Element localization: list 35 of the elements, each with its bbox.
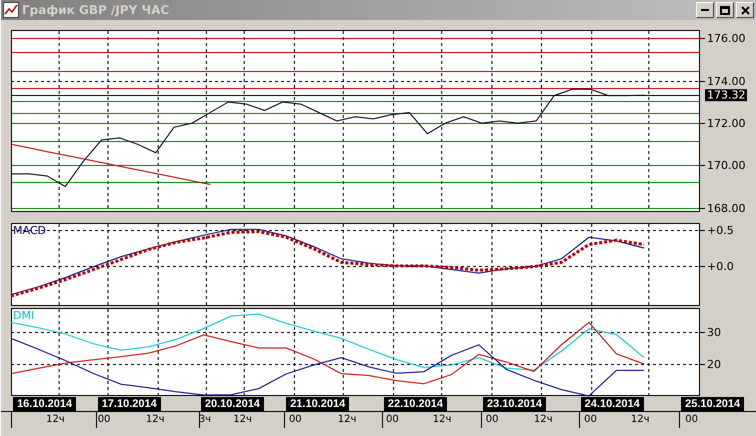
date-label: 21.10.2014	[286, 397, 350, 411]
axis-label: 168.00	[707, 202, 746, 213]
hour-label: 12ч	[46, 414, 65, 425]
axis-label: 170.00	[707, 159, 746, 172]
hour-label: 00	[98, 414, 110, 425]
hour-label: 00	[685, 414, 698, 425]
axis-label: 20	[707, 358, 721, 371]
date-label: 23.10.2014	[482, 397, 546, 411]
axis-label: +0.0	[707, 260, 734, 273]
hour-label: 3ч	[198, 414, 212, 425]
hour-label: 12ч	[338, 414, 356, 425]
date-label: 22.10.2014	[384, 397, 447, 411]
hour-label: 00	[584, 414, 597, 425]
axis-label: 176.00	[707, 32, 746, 45]
hour-label: 12ч	[534, 414, 553, 425]
hour-label: 12ч	[432, 414, 452, 425]
date-label: 16.10.2014	[13, 397, 76, 411]
axis-label: 172.00	[707, 117, 746, 130]
window-title: График GBP /JPY ЧАС	[22, 3, 170, 17]
hour-label: 12ч	[233, 414, 252, 425]
date-label: 20.10.2014	[200, 397, 264, 411]
axis-label: 30	[707, 326, 721, 339]
hour-label: 00	[288, 414, 302, 425]
hour-label: 00	[386, 414, 399, 425]
axis-label: 174.00	[707, 75, 746, 88]
axis-label: +0.5	[707, 224, 734, 237]
hour-label: 12ч	[630, 414, 650, 425]
hour-label: 00	[486, 414, 498, 425]
date-label: 25.10.2014	[681, 397, 744, 411]
date-label: 17.10.2014	[98, 397, 161, 411]
price-label: 173.32	[705, 88, 747, 102]
chart-title: MACD	[13, 224, 46, 237]
chart-title: DMI	[13, 309, 34, 322]
date-label: 24.10.2014	[580, 397, 644, 411]
hour-label: 12ч	[146, 414, 164, 425]
